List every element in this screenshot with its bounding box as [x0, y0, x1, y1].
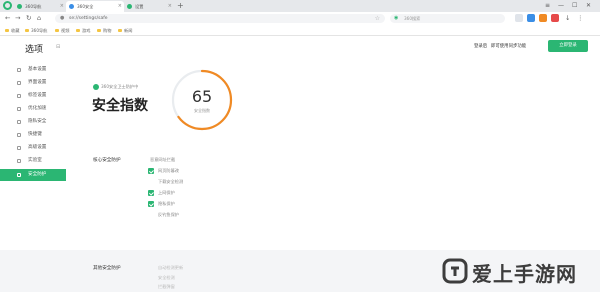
tab-close-icon[interactable]: ×: [168, 1, 172, 12]
home-icon[interactable]: ⌂: [37, 14, 41, 23]
login-link[interactable]: 登录后: [474, 43, 487, 50]
sidebar-item-security[interactable]: 安全防护: [0, 169, 66, 181]
browser-logo-icon[interactable]: [3, 1, 12, 10]
advanced-icon: [17, 146, 21, 150]
settings-icon: [17, 68, 21, 72]
new-tab-icon[interactable]: +: [177, 0, 184, 12]
extension-icon[interactable]: [527, 14, 535, 22]
security-index-title: 安全指数: [92, 98, 148, 114]
sidebar-item-tabs[interactable]: 标签设置: [0, 90, 66, 102]
tab-favicon-icon: [69, 4, 74, 9]
shield-icon: [17, 173, 21, 177]
login-button[interactable]: 立即登录: [548, 40, 588, 52]
address-url: se://settings/safe: [69, 16, 108, 21]
setting-row[interactable]: 下载安全检测: [158, 179, 183, 185]
folder-icon: [5, 29, 9, 32]
speed-icon: [17, 107, 21, 111]
tab-3[interactable]: 设置 ×: [124, 1, 174, 12]
minimize-icon[interactable]: —: [558, 0, 564, 12]
extension-icon[interactable]: [539, 14, 547, 22]
sidebar-item-basic[interactable]: 基本设置: [0, 64, 66, 76]
setting-row[interactable]: 拦截弹窗: [158, 284, 175, 290]
bookmarks-bar: 收藏 360导航 视频 游戏 购物 新闻: [0, 25, 600, 36]
sidebar-item-privacy[interactable]: 隐私安全: [0, 116, 66, 128]
sidebar-item-speed[interactable]: 优化加速: [0, 103, 66, 115]
forward-icon[interactable]: →: [15, 14, 20, 23]
folder-icon: [55, 29, 59, 32]
tab-2[interactable]: 360安全 ×: [66, 1, 124, 12]
reload-icon[interactable]: ↻: [26, 14, 31, 23]
tabs-icon: [17, 94, 21, 98]
folder-icon: [97, 29, 101, 32]
bookmark-item[interactable]: 新闻: [118, 27, 132, 34]
checkbox[interactable]: [148, 168, 154, 174]
bookmark-item[interactable]: 游戏: [76, 27, 90, 34]
interface-icon: [17, 81, 21, 85]
address-bar[interactable]: ● se://settings/safe ☆: [55, 14, 385, 23]
watermark-text: 爱上手游网: [472, 262, 577, 286]
tab-label: 360导航: [25, 4, 42, 9]
toolbar: ← → ↻ ⌂ ● se://settings/safe ☆ ◉ 360搜索 ↓…: [0, 12, 600, 25]
bookmark-item[interactable]: 购物: [97, 27, 111, 34]
tab-strip: 360导航 × 360安全 × 设置 × + ≡ — ☐ ✕: [0, 0, 600, 12]
maximize-icon[interactable]: ☐: [572, 0, 577, 12]
download-icon[interactable]: ↓: [565, 14, 570, 23]
search-box[interactable]: ◉ 360搜索: [390, 14, 505, 23]
tab-label: 360安全: [77, 4, 94, 9]
more-icon[interactable]: ⋮: [577, 14, 584, 23]
setting-row[interactable]: 恶意网址拦截: [150, 157, 175, 163]
tab-1[interactable]: 360导航 ×: [14, 1, 66, 12]
sidebar-item-interface[interactable]: 界面设置: [0, 77, 66, 89]
extension-icon[interactable]: [551, 14, 559, 22]
sync-link[interactable]: 即可使用同步功能: [491, 43, 526, 50]
lock-icon: ●: [60, 15, 65, 21]
sidebar-item-shortcuts[interactable]: 快捷键: [0, 129, 66, 141]
menu-icon[interactable]: ≡: [545, 0, 550, 12]
tab-label: 设置: [135, 4, 144, 9]
collapse-icon[interactable]: ⊟: [56, 44, 60, 50]
bookmark-star-icon[interactable]: ☆: [375, 14, 380, 23]
bookmark-item[interactable]: 视频: [55, 27, 69, 34]
security-score-label: 安全指数: [194, 108, 210, 113]
close-window-icon[interactable]: ✕: [586, 0, 591, 12]
check-icon: [93, 84, 99, 90]
setting-row[interactable]: 网页防篡改: [158, 168, 179, 174]
other-protection-heading: 其他安全防护: [93, 266, 121, 271]
back-icon[interactable]: ←: [5, 14, 10, 23]
folder-icon: [25, 29, 29, 32]
settings-title: 选项: [25, 45, 44, 55]
tab-favicon-icon: [17, 4, 22, 9]
privacy-icon: [17, 120, 21, 124]
checkbox[interactable]: [148, 190, 154, 196]
security-score: 65: [191, 87, 213, 106]
setting-row[interactable]: 安全检测: [158, 275, 175, 281]
core-protection-heading: 核心安全防护: [93, 158, 121, 163]
sidebar-item-lab[interactable]: 实验室: [0, 155, 66, 167]
watermark-logo-icon: [442, 258, 468, 284]
tab-favicon-icon: [127, 4, 132, 9]
extension-icon[interactable]: [515, 14, 523, 22]
sidebar-item-advanced[interactable]: 高级设置: [0, 142, 66, 154]
setting-row[interactable]: 上网保护: [158, 190, 175, 196]
search-placeholder: 360搜索: [404, 16, 421, 21]
setting-row[interactable]: 反钓鱼保护: [158, 212, 179, 218]
search-icon: ◉: [394, 15, 399, 21]
tab-close-icon[interactable]: ×: [60, 1, 64, 12]
lab-icon: [17, 159, 21, 163]
tab-close-icon[interactable]: ×: [118, 1, 122, 12]
bookmark-item[interactable]: 360导航: [25, 27, 47, 34]
protection-status: 360安全卫士防护中: [93, 84, 138, 90]
bookmark-item[interactable]: 收藏: [5, 27, 19, 34]
folder-icon: [76, 29, 80, 32]
setting-row[interactable]: 隐私保护: [158, 201, 175, 207]
keyboard-icon: [17, 133, 21, 137]
checkbox[interactable]: [148, 201, 154, 207]
setting-row[interactable]: 自动检测更新: [158, 265, 183, 271]
folder-icon: [118, 29, 122, 32]
